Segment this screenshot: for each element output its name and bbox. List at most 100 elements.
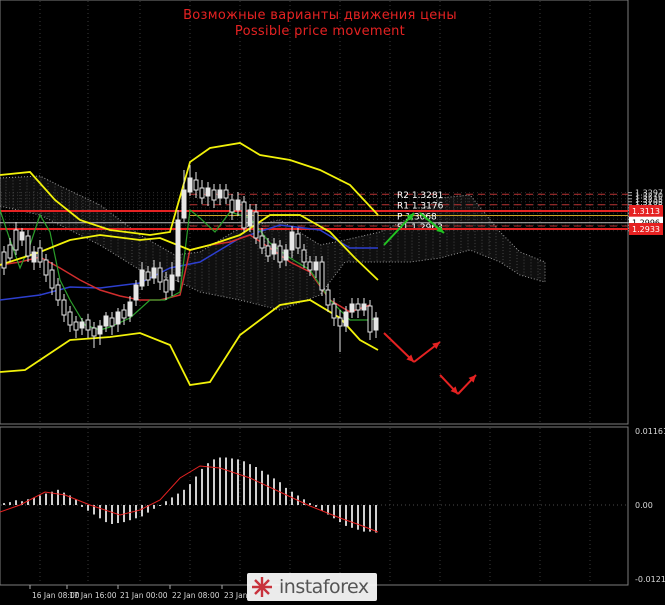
oscillator-bar [57, 489, 59, 505]
oscillator-bar [375, 505, 377, 533]
oscillator-bar [243, 461, 245, 505]
candle-body [289, 231, 295, 251]
candle-body [43, 259, 49, 276]
candle-body [67, 311, 73, 326]
oscillator-bar [237, 459, 239, 505]
oscillator-bar [279, 482, 281, 505]
candle-body [61, 299, 67, 316]
oscillator-bar [195, 476, 197, 505]
candle-body [157, 267, 163, 283]
candle-body [307, 261, 313, 271]
candle-body [259, 235, 265, 249]
candle-body [331, 303, 337, 319]
candle-body [235, 199, 241, 211]
candle-body [163, 279, 169, 293]
candle-body [199, 187, 205, 199]
candle-body [103, 315, 109, 327]
oscillator-bar [3, 503, 5, 505]
oscillator-bar [231, 458, 233, 505]
candle-body [283, 249, 289, 261]
oscillator-bar [255, 467, 257, 505]
candle-body [145, 271, 151, 281]
oscillator-bar [315, 505, 317, 507]
candle-body [313, 261, 319, 271]
candle-body [139, 269, 145, 287]
candle-body [37, 247, 43, 263]
candle-body [265, 245, 271, 257]
candle-body [25, 235, 31, 257]
candle-body [55, 284, 61, 301]
oscillator-bar [105, 505, 107, 523]
candle-body [109, 317, 115, 327]
oscillator-bar [189, 484, 191, 505]
chart-title-en: Possible price movement [234, 24, 406, 39]
candle-body [241, 201, 247, 229]
watermark-text: instaforex [279, 576, 369, 598]
oscillator-bar [273, 478, 275, 505]
oscillator-bar [141, 505, 143, 517]
candle-body [373, 317, 379, 331]
oscillator-bar [111, 505, 113, 524]
oscillator-bar [177, 493, 179, 505]
candle-body [91, 327, 97, 337]
candle-body [85, 319, 91, 331]
candle-body [1, 251, 7, 269]
candle-body [301, 249, 307, 263]
candle-body [175, 219, 181, 277]
candle-body [247, 209, 253, 227]
time-tick-label: 22 Jan 08:00 [172, 591, 220, 600]
oscillator-bar [261, 470, 263, 505]
price-tag-label: 1.3113 [632, 207, 660, 216]
oscillator-bar [285, 487, 287, 505]
candle-body [229, 199, 235, 213]
candle-body [79, 321, 85, 329]
candle-body [355, 303, 361, 311]
oscillator-bar [9, 502, 11, 505]
oscillator-tick-label: 0.00 [635, 501, 653, 510]
candle-body [121, 309, 127, 319]
candle-body [295, 233, 301, 249]
candle-body [217, 189, 223, 199]
oscillator-bar [153, 505, 155, 509]
candle-body [187, 177, 193, 193]
oscillator-bar [303, 499, 305, 505]
candle-body [115, 311, 121, 325]
price-chart: 1.32971.32701.32351.32051.31751.31451.31… [0, 0, 665, 600]
oscillator-bar [351, 505, 353, 528]
instaforex-logo-icon [252, 577, 272, 597]
oscillator-bar [87, 505, 89, 511]
candle-body [133, 284, 139, 301]
time-tick-label: 17 Jan 16:00 [69, 591, 117, 600]
candle-body [151, 267, 157, 279]
candle-body [127, 301, 133, 317]
oscillator-bar [39, 495, 41, 505]
candle-body [13, 229, 19, 251]
yellow-lower-band [0, 299, 379, 386]
candle-body [223, 189, 229, 199]
instaforex-watermark: instaforex [247, 573, 377, 601]
price-tag-label: 1.2933 [632, 225, 660, 234]
oscillator-bar [213, 459, 215, 505]
oscillator-bar [309, 503, 311, 505]
candle-body [169, 274, 175, 291]
candle-body [277, 245, 283, 263]
candle-body [367, 305, 373, 333]
candle-body [319, 261, 325, 291]
candle-body [73, 321, 79, 331]
candle-body [337, 317, 343, 327]
candle-body [19, 231, 25, 241]
oscillator-bar [183, 489, 185, 505]
candle-body [97, 325, 103, 335]
candle-body [49, 269, 55, 289]
candle-body [271, 243, 277, 255]
oscillator-bar [339, 505, 341, 523]
time-tick-label: 23 Jan [224, 591, 248, 600]
candle-body [361, 303, 367, 311]
time-tick-label: 21 Jan 00:00 [120, 591, 168, 600]
candle-body [205, 187, 211, 197]
oscillator-bar [201, 468, 203, 505]
oscillator-bar [363, 505, 365, 532]
candle-body [211, 189, 217, 201]
candle-body [343, 311, 349, 327]
oscillator-bar [165, 501, 167, 505]
